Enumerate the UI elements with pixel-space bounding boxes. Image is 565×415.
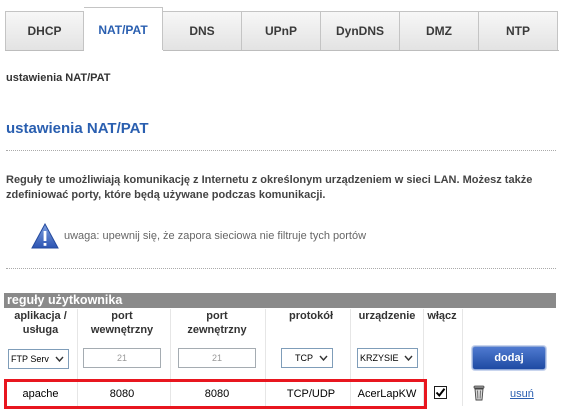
column-header-app: aplikacja / usługa (14, 310, 67, 336)
tab-bar: DHCP NAT/PAT DNS UPnP DynDNS DMZ NTP (5, 7, 559, 51)
divider (6, 150, 556, 151)
tab-dyndns[interactable]: DynDNS (321, 11, 400, 51)
protocol-select-value: TCP (295, 353, 313, 363)
rules-header: reguły użytkownika (4, 293, 556, 308)
column-header-internal-port: port wewnętrzny (90, 310, 154, 336)
description-text: Reguły te umożliwiają komunikację z Inte… (6, 174, 533, 201)
column-separator (462, 309, 463, 406)
app-select[interactable]: FTP Serv (8, 349, 69, 369)
active-tab-gap (84, 50, 163, 51)
protocol-select[interactable]: TCP (281, 348, 333, 368)
app-select-value: FTP Serv (11, 354, 49, 364)
rule-highlight-box (4, 379, 427, 409)
tab-upnp[interactable]: UPnP (242, 11, 321, 51)
external-port-input[interactable]: 21 (178, 348, 256, 368)
tab-nat-pat[interactable]: NAT/PAT (84, 7, 163, 51)
rule-enable-checkbox[interactable] (434, 386, 447, 399)
chevron-down-icon (401, 350, 416, 366)
divider (6, 268, 556, 269)
column-header-device: urządzenie (358, 310, 416, 322)
tab-dns[interactable]: DNS (163, 11, 242, 51)
trash-icon[interactable] (472, 385, 486, 401)
warning-text: uwaga: upewnij się, że zapora sieciowa n… (64, 230, 367, 242)
checkmark-icon (435, 388, 446, 398)
column-header-external-port: port zewnętrzny (187, 310, 247, 336)
page-title: ustawienia NAT/PAT (6, 120, 149, 137)
device-select-value: KRZYSIE (360, 353, 399, 363)
internal-port-input[interactable]: 21 (83, 348, 161, 368)
delete-rule-link[interactable]: usuń (510, 388, 534, 400)
warning-triangle-icon (31, 223, 59, 249)
column-header-protocol: protokół (289, 310, 333, 322)
tab-ntp[interactable]: NTP (479, 11, 558, 51)
tab-dhcp[interactable]: DHCP (5, 11, 84, 51)
chevron-down-icon (316, 350, 331, 366)
device-select[interactable]: KRZYSIE (357, 348, 418, 368)
chevron-down-icon (52, 351, 67, 367)
tab-dmz[interactable]: DMZ (400, 11, 479, 51)
add-rule-button[interactable]: dodaj (472, 346, 546, 370)
warning-note: uwaga: upewnij się, że zapora sieciowa n… (31, 223, 366, 249)
breadcrumb: ustawienia NAT/PAT (6, 72, 111, 84)
column-header-enable: włącz (427, 310, 457, 322)
